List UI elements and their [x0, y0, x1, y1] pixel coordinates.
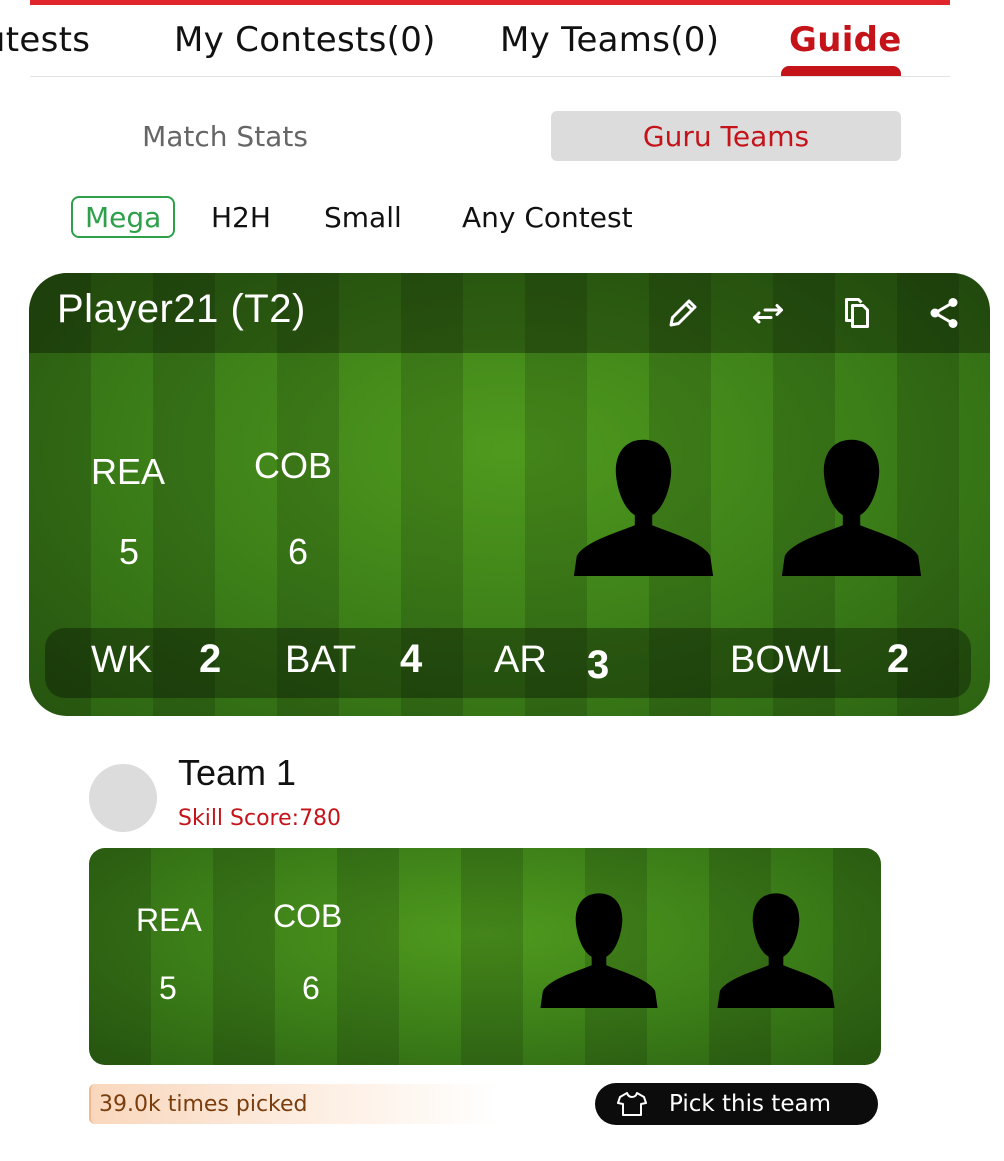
- role-count-bowl: 2: [887, 637, 910, 681]
- role-label-bat: BAT: [285, 639, 357, 681]
- edit-icon[interactable]: [665, 295, 701, 331]
- player-silhouette-icon: [540, 893, 658, 1008]
- team-code-b: COB: [254, 445, 333, 486]
- team-count-a: 5: [119, 531, 140, 572]
- team-preview-card[interactable]: Player21 (T2) REA COB 5 6 WK 2 BAT 4 AR …: [29, 273, 990, 716]
- player-silhouette-icon: [573, 439, 714, 576]
- player-silhouette-icon: [781, 439, 922, 576]
- segment-guru-teams[interactable]: Guru Teams: [551, 111, 901, 161]
- skill-score: Skill Score:780: [178, 806, 342, 831]
- team-count-a: 5: [159, 970, 177, 1006]
- tab-guide[interactable]: Guide: [789, 20, 902, 60]
- role-count-wk: 2: [199, 637, 222, 681]
- segment-match-stats[interactable]: Match Stats: [90, 111, 360, 161]
- role-count-bat: 4: [400, 637, 423, 681]
- times-picked-badge: 39.0k times picked: [89, 1084, 499, 1124]
- filter-small[interactable]: Small: [324, 196, 402, 238]
- top-accent-line: [30, 0, 950, 5]
- role-label-ar: AR: [494, 639, 547, 681]
- tshirt-icon: [617, 1092, 647, 1116]
- copy-icon[interactable]: [839, 295, 875, 331]
- role-count-ar: 3: [587, 643, 610, 687]
- pick-team-button[interactable]: Pick this team: [595, 1083, 878, 1125]
- filter-h2h[interactable]: H2H: [211, 196, 271, 238]
- swap-icon[interactable]: [750, 295, 786, 331]
- guru-team-preview-card[interactable]: REA COB 5 6: [89, 848, 881, 1065]
- team-count-b: 6: [302, 970, 320, 1006]
- tab-my-teams[interactable]: My Teams(0): [500, 20, 719, 60]
- tabs-divider: [30, 76, 950, 77]
- active-tab-indicator: [781, 66, 901, 76]
- role-label-wk: WK: [91, 639, 153, 681]
- team-code-a: REA: [136, 902, 202, 938]
- role-label-bowl: BOWL: [730, 639, 842, 681]
- team-owner-name: Player21 (T2): [57, 287, 306, 331]
- tab-contests[interactable]: ıtests: [0, 20, 90, 60]
- team-code-a: REA: [91, 451, 166, 492]
- share-icon[interactable]: [926, 295, 962, 331]
- guru-team-title: Team 1: [178, 752, 297, 793]
- filter-any-contest[interactable]: Any Contest: [462, 196, 633, 238]
- pick-team-label: Pick this team: [669, 1091, 831, 1117]
- avatar: [89, 764, 157, 832]
- tab-my-contests[interactable]: My Contests(0): [174, 20, 436, 60]
- team-count-b: 6: [288, 531, 309, 572]
- filter-mega[interactable]: Mega: [71, 196, 176, 238]
- team-code-b: COB: [273, 898, 343, 934]
- player-silhouette-icon: [717, 893, 835, 1008]
